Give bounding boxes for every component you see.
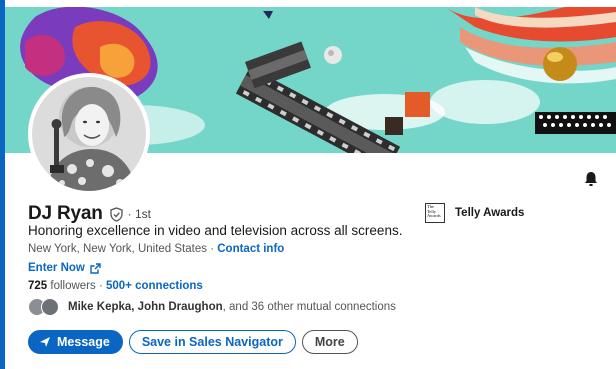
profile-location: New York, New York, United States — [28, 243, 207, 255]
followers-separator: · — [95, 280, 106, 292]
connections-link[interactable]: 500+ connections — [106, 280, 203, 292]
followers-row: 725 followers · 500+ connections — [28, 280, 203, 292]
shield-check-icon[interactable] — [109, 206, 124, 222]
profile-avatar[interactable] — [28, 73, 150, 195]
save-sales-navigator-button[interactable]: Save in Sales Navigator — [128, 330, 296, 354]
external-link-icon — [90, 262, 101, 274]
logo-line: Awards — [427, 213, 441, 219]
more-button[interactable]: More — [301, 330, 358, 354]
profile-name: DJ Ryan — [28, 203, 103, 224]
name-row: DJ Ryan · 1st — [28, 203, 151, 225]
profile-card: DJ Ryan · 1st Honoring excellence in vid… — [0, 0, 616, 369]
website-label: Enter Now — [28, 262, 85, 274]
avatar — [41, 298, 59, 316]
connection-degree: · 1st — [127, 207, 151, 221]
company-logo: The Telly Awards — [425, 203, 445, 223]
contact-info-link[interactable]: Contact info — [217, 243, 284, 255]
mutual-connections[interactable]: Mike Kepka, John Draughon, and 36 other … — [28, 298, 396, 316]
message-label: Message — [57, 335, 110, 349]
mutual-avatars — [28, 298, 62, 316]
location-row: New York, New York, United States · Cont… — [28, 243, 284, 255]
followers-label: followers — [47, 280, 96, 292]
current-company[interactable]: The Telly Awards Telly Awards — [425, 203, 524, 223]
paper-plane-icon — [39, 336, 51, 348]
mutual-rest: , and 36 other mutual connections — [222, 301, 396, 313]
followers-count: 725 — [28, 280, 48, 292]
website-link[interactable]: Enter Now — [28, 262, 101, 274]
location-separator: · — [207, 243, 218, 255]
mutual-names: Mike Kepka, John Draughon — [68, 301, 223, 313]
company-name: Telly Awards — [455, 207, 525, 219]
profile-actions: Message Save in Sales Navigator More — [28, 330, 358, 354]
profile-headline: Honoring excellence in video and televis… — [28, 223, 403, 238]
message-button[interactable]: Message — [28, 330, 123, 354]
bell-icon[interactable] — [582, 170, 600, 188]
